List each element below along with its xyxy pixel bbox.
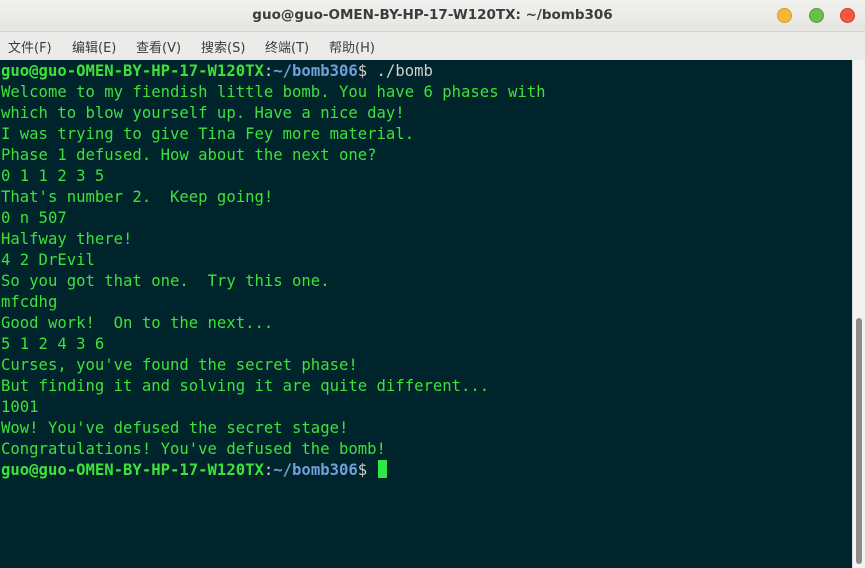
close-icon[interactable]	[840, 8, 855, 23]
prompt-symbol: $	[357, 62, 377, 80]
window-title: guo@guo-OMEN-BY-HP-17-W120TX: ~/bomb306	[252, 7, 613, 23]
output-line: Good work! On to the next...	[1, 314, 274, 332]
menu-bar: 文件(F) 编辑(E) 查看(V) 搜索(S) 终端(T) 帮助(H)	[0, 32, 865, 60]
menu-terminal[interactable]: 终端(T)	[265, 37, 309, 56]
output-line: 0 1 1 2 3 5	[1, 167, 105, 185]
output-line: I was trying to give Tina Fey more mater…	[1, 125, 415, 143]
output-line: Phase 1 defused. How about the next one?	[1, 146, 377, 164]
output-line: 1001	[1, 398, 39, 416]
prompt-colon: :	[263, 461, 274, 479]
menu-help[interactable]: 帮助(H)	[329, 37, 375, 56]
output-line: So you got that one. Try this one.	[1, 272, 330, 290]
output-line: Wow! You've defused the secret stage!	[1, 419, 349, 437]
output-line: Curses, you've found the secret phase!	[1, 356, 358, 374]
prompt-path: ~/bomb306	[273, 62, 358, 80]
prompt-symbol: $	[357, 461, 377, 479]
output-line: Congratulations! You've defused the bomb…	[1, 440, 386, 458]
output-line: Halfway there!	[1, 230, 133, 248]
output-line: which to blow yourself up. Have a nice d…	[1, 104, 405, 122]
output-line: Welcome to my fiendish little bomb. You …	[1, 83, 546, 101]
prompt-user-host: guo@guo-OMEN-BY-HP-17-W120TX	[1, 62, 264, 80]
terminal-output: guo@guo-OMEN-BY-HP-17-W120TX:~/bomb306$ …	[1, 61, 546, 481]
output-line: mfcdhg	[1, 293, 58, 311]
output-line: That's number 2. Keep going!	[1, 188, 274, 206]
scrollbar[interactable]	[852, 60, 865, 568]
menu-edit[interactable]: 编辑(E)	[72, 37, 116, 56]
terminal-area[interactable]: guo@guo-OMEN-BY-HP-17-W120TX:~/bomb306$ …	[0, 60, 852, 568]
prompt-line: guo@guo-OMEN-BY-HP-17-W120TX:~/bomb306$ …	[1, 61, 546, 82]
scrollbar-thumb[interactable]	[856, 318, 862, 564]
prompt-command: ./bomb	[376, 62, 433, 80]
output-line: But finding it and solving it are quite …	[1, 377, 490, 395]
output-line: 4 2 DrEvil	[1, 251, 95, 269]
title-bar[interactable]: guo@guo-OMEN-BY-HP-17-W120TX: ~/bomb306	[0, 0, 865, 32]
minimize-icon[interactable]	[777, 8, 792, 23]
output-line: 0 n 507	[1, 209, 67, 227]
prompt-path: ~/bomb306	[273, 461, 358, 479]
menu-view[interactable]: 查看(V)	[136, 37, 181, 56]
menu-search[interactable]: 搜索(S)	[201, 37, 245, 56]
output-line: 5 1 2 4 3 6	[1, 335, 105, 353]
terminal-window: guo@guo-OMEN-BY-HP-17-W120TX: ~/bomb306 …	[0, 0, 865, 568]
prompt-colon: :	[263, 62, 274, 80]
prompt-line: guo@guo-OMEN-BY-HP-17-W120TX:~/bomb306$	[1, 460, 546, 481]
text-cursor	[377, 460, 387, 478]
menu-file[interactable]: 文件(F)	[8, 37, 52, 56]
maximize-icon[interactable]	[809, 8, 824, 23]
prompt-user-host: guo@guo-OMEN-BY-HP-17-W120TX	[1, 461, 264, 479]
